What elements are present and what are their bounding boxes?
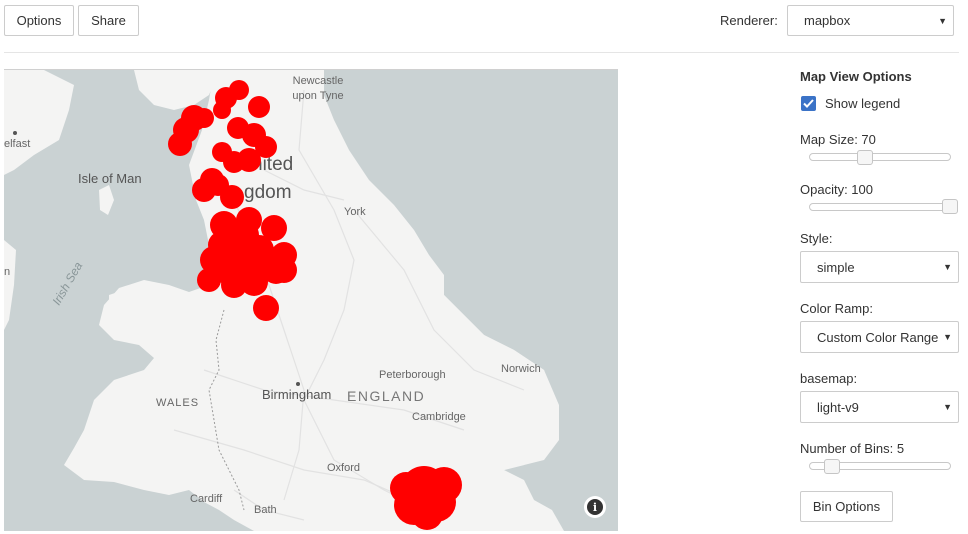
label-england: ENGLAND [347,388,425,404]
number-of-bins-slider-thumb[interactable] [824,459,840,474]
label-cardiff: Cardiff [190,493,223,505]
check-icon [803,99,814,108]
label-wales: WALES [156,397,199,409]
basemap-select[interactable]: light-v9 ▼ [800,391,959,423]
bin-options-button[interactable]: Bin Options [800,491,893,522]
data-marker [390,472,422,504]
chevron-down-icon: ▼ [941,332,952,342]
data-marker [271,257,297,283]
data-marker [248,96,270,118]
toolbar-divider [4,52,959,53]
renderer-label: Renderer: [720,13,778,28]
renderer-select-value: mapbox [804,13,851,28]
data-marker [213,101,231,119]
map-canvas[interactable]: Newcastle upon Tyne elfast Isle of Man I… [4,70,618,531]
label-belfast: elfast [4,138,30,150]
label-norwich: Norwich [501,363,541,375]
style-select-value: simple [817,259,855,275]
share-button[interactable]: Share [78,5,139,36]
label-newcastle-1: Newcastle [293,75,344,87]
label-isle-of-man: Isle of Man [78,171,142,186]
label-newcastle-2: upon Tyne [292,90,343,102]
data-marker [261,215,287,241]
number-of-bins-label: Number of Bins: 5 [800,441,905,456]
opacity-label: Opacity: 100 [800,182,873,197]
show-legend-checkbox[interactable] [801,96,816,111]
label-oxford: Oxford [327,462,360,474]
data-marker [426,467,462,503]
opacity-slider-thumb[interactable] [942,199,958,214]
data-marker [197,268,221,292]
map-size-label: Map Size: 70 [800,132,876,147]
map-size-slider[interactable] [809,153,951,161]
label-kingdom: gdom [244,182,292,203]
chevron-down-icon: ▼ [941,262,952,272]
label-cambridge: Cambridge [412,411,466,423]
opacity-slider[interactable] [809,203,958,211]
chevron-down-icon: ▼ [941,402,952,412]
panel-title: Map View Options [800,69,912,84]
label-birmingham: Birmingham [262,387,331,402]
style-select[interactable]: simple ▼ [800,251,959,283]
data-marker [253,295,279,321]
birmingham-dot [296,382,300,386]
label-peterborough: Peterborough [379,369,446,381]
data-marker [168,132,192,156]
map-size-slider-thumb[interactable] [857,150,873,165]
belfast-dot [13,131,17,135]
basemap-label: basemap: [800,371,858,386]
data-marker [212,142,232,162]
map-view[interactable]: Newcastle upon Tyne elfast Isle of Man I… [4,69,618,531]
data-marker [194,108,214,128]
renderer-select[interactable]: mapbox ▼ [787,5,954,36]
label-york: York [344,206,366,218]
label-bath: Bath [254,504,277,516]
color-ramp-select[interactable]: Custom Color Range ▼ [800,321,959,353]
color-ramp-select-value: Custom Color Range [817,329,939,345]
data-marker [236,207,262,233]
chevron-down-icon: ▼ [936,15,947,26]
data-marker [220,185,244,209]
options-button[interactable]: Options [4,5,74,36]
data-marker [411,498,443,530]
style-label: Style: [800,231,833,246]
info-icon[interactable]: i [584,496,606,518]
show-legend-label: Show legend [825,96,901,111]
color-ramp-label: Color Ramp: [800,301,873,316]
basemap-select-value: light-v9 [817,399,859,415]
label-n: n [4,266,10,278]
